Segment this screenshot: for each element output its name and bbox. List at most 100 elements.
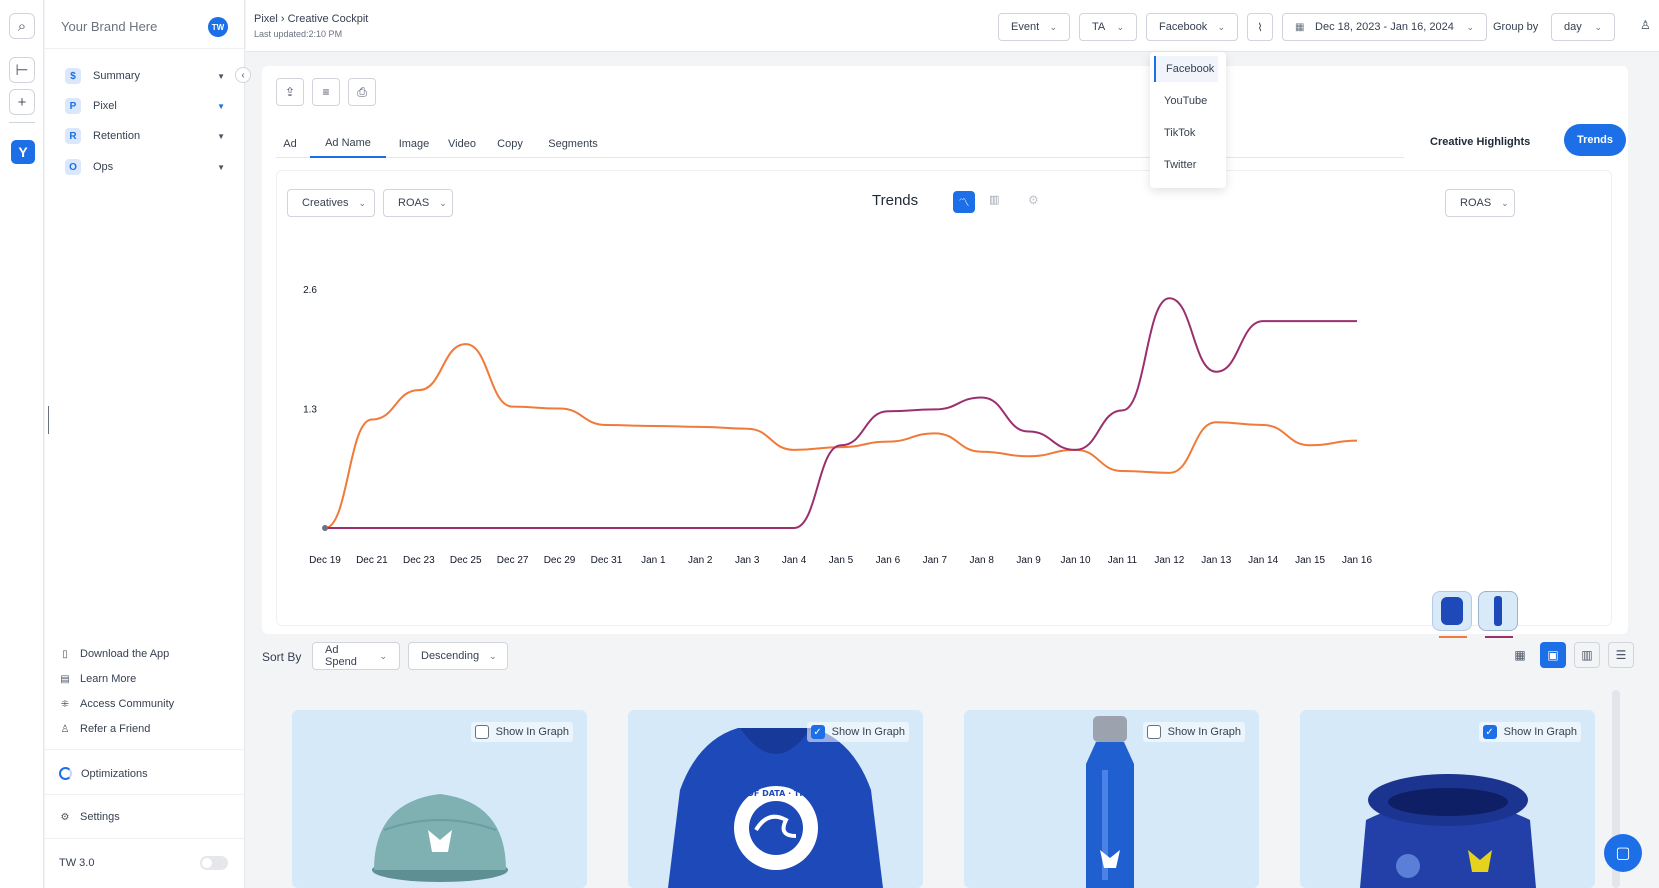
tab-copy[interactable]: Copy [490, 130, 530, 158]
sidebar: Your Brand Here TW $ Summary ▼ P Pixel ▼… [45, 0, 245, 888]
x-tick-label: Jan 8 [969, 555, 994, 566]
sidebar-item-label: Retention [93, 130, 141, 142]
settings-link[interactable]: ⚙ Settings [59, 811, 120, 823]
divider [45, 838, 245, 839]
rail-divider [9, 122, 35, 123]
date-range-label: Dec 18, 2023 - Jan 16, 2024 [1315, 21, 1454, 33]
tab-ad-name[interactable]: Ad Name [310, 130, 386, 158]
show-in-graph-toggle[interactable]: Show In Graph [1142, 722, 1245, 742]
share-icon[interactable]: ⇪ [276, 78, 304, 106]
creative-highlights-button[interactable]: Creative Highlights [1420, 128, 1540, 156]
series-line [325, 297, 1357, 529]
brand-name[interactable]: Your Brand Here [61, 19, 157, 34]
avatar[interactable]: TW [208, 17, 228, 37]
learn-more-link[interactable]: ▤ Learn More [59, 673, 136, 685]
pixel-icon: P [65, 98, 81, 114]
x-tick-label: Jan 2 [688, 555, 713, 566]
bottle-thumbnail[interactable] [1478, 591, 1518, 638]
platform-option-facebook[interactable]: Facebook [1154, 56, 1218, 82]
person-icon: ♙ [60, 723, 70, 735]
checkbox-icon [474, 725, 489, 739]
tab-image[interactable]: Image [394, 130, 434, 158]
group-by-value: day [1564, 21, 1582, 33]
optimizations-label: Optimizations [81, 767, 148, 780]
optimizations-link[interactable]: Optimizations [59, 767, 148, 780]
triple-whale-logo-icon[interactable]: Y [11, 140, 35, 164]
sidebar-item-retention[interactable]: R Retention ▼ [65, 124, 225, 148]
show-in-graph-toggle[interactable]: ✓ Show In Graph [1478, 722, 1581, 742]
last-updated: Last updated:2:10 PM [254, 29, 343, 39]
creative-card[interactable]: Show In Graph [964, 710, 1259, 888]
refer-friend-link[interactable]: ♙ Refer a Friend [59, 723, 151, 735]
gear-icon: ⚙ [60, 811, 70, 823]
chevron-down-icon: ▼ [217, 101, 225, 111]
x-tick-label: Jan 15 [1295, 555, 1325, 566]
download-app-label: Download the App [80, 648, 170, 660]
sidebar-item-summary[interactable]: $ Summary ▼ [65, 64, 225, 88]
show-in-graph-label: Show In Graph [1503, 726, 1577, 738]
series-line [324, 343, 1358, 529]
list-view-icon[interactable]: ☰ [1608, 642, 1634, 668]
x-tick-label: Jan 12 [1154, 555, 1184, 566]
y-tick-label: 1.3 [303, 405, 317, 416]
creative-card[interactable]: A VAST SEA OF DATA · TRIPLE WHALE ✓ Show … [628, 710, 923, 888]
platform-dropdown[interactable]: Facebook ⌄ [1146, 13, 1238, 41]
tab-video[interactable]: Video [442, 130, 482, 158]
download-app-link[interactable]: ▯ Download the App [59, 648, 169, 660]
show-in-graph-toggle[interactable]: Show In Graph [470, 722, 573, 742]
trend-toggle-icon[interactable]: ⌇ [1247, 13, 1273, 41]
slack-icon: ⁜ [60, 698, 70, 710]
date-range-picker[interactable]: ▦ Dec 18, 2023 - Jan 16, 2024 ⌄ [1282, 13, 1487, 41]
plus-icon[interactable]: + [9, 89, 35, 115]
progress-ring-icon [59, 767, 72, 780]
ta-dropdown[interactable]: TA ⌄ [1079, 13, 1137, 41]
x-tick-label: Jan 5 [829, 555, 854, 566]
breadcrumb[interactable]: Pixel › Creative Cockpit [254, 13, 368, 25]
grid-view-icon[interactable]: ▣ [1540, 642, 1566, 668]
user-icon[interactable]: ♙ [1640, 18, 1651, 32]
version-toggle[interactable] [200, 856, 228, 870]
tab-segments[interactable]: Segments [538, 130, 608, 158]
tab-ad[interactable]: Ad [276, 130, 304, 158]
columns-view-icon[interactable]: ▥ [1574, 642, 1600, 668]
ta-label: TA [1092, 21, 1106, 33]
table-view-icon[interactable]: ▦ [1507, 642, 1533, 668]
sort-order-dropdown[interactable]: Descending ⌄ [408, 642, 508, 670]
sidebar-item-ops[interactable]: O Ops ▼ [65, 155, 225, 179]
trends-button[interactable]: Trends [1564, 124, 1626, 156]
event-dropdown[interactable]: Event ⌄ [998, 13, 1070, 41]
creative-card[interactable]: ✓ Show In Graph [1300, 710, 1595, 888]
show-in-graph-toggle[interactable]: ✓ Show In Graph [806, 722, 909, 742]
platform-option-tiktok[interactable]: TikTok [1154, 120, 1218, 146]
origin-point [322, 525, 328, 531]
print-icon[interactable]: ⎙ [348, 78, 376, 106]
group-by-dropdown[interactable]: day ⌄ [1551, 13, 1615, 41]
checkbox-icon [1146, 725, 1161, 739]
chevron-down-icon: ⌄ [379, 650, 387, 661]
filter-icon[interactable]: ≡ [312, 78, 340, 106]
x-tick-label: Jan 7 [923, 555, 948, 566]
y-tick-label: 2.6 [303, 285, 317, 296]
platform-option-youtube[interactable]: YouTube [1154, 88, 1218, 114]
chevron-down-icon: ⌄ [1217, 21, 1225, 32]
x-tick-label: Dec 29 [544, 555, 576, 566]
hoodie-thumbnail[interactable] [1432, 591, 1472, 638]
platform-menu: Facebook YouTube TikTok Twitter [1150, 52, 1226, 188]
platform-label: Facebook [1159, 21, 1208, 33]
sidebar-item-pixel[interactable]: P Pixel ▼ [65, 94, 225, 118]
access-community-link[interactable]: ⁜ Access Community [59, 698, 174, 710]
sort-field-dropdown[interactable]: Ad Spend ⌄ [312, 642, 400, 670]
chat-icon[interactable]: ▢ [1604, 834, 1642, 872]
x-tick-label: Jan 13 [1201, 555, 1231, 566]
platform-option-twitter[interactable]: Twitter [1154, 152, 1218, 178]
divider [45, 48, 245, 49]
creative-card[interactable]: Show In Graph [292, 710, 587, 888]
tree-icon[interactable]: ⊢ [9, 57, 35, 83]
chevron-down-icon: ⌄ [1594, 21, 1602, 32]
x-tick-label: Jan 6 [876, 555, 901, 566]
x-tick-label: Dec 23 [403, 555, 435, 566]
search-icon[interactable]: ⌕ [9, 13, 35, 39]
collapse-sidebar-icon[interactable]: ‹ [235, 67, 251, 83]
x-tick-label: Dec 19 [309, 555, 341, 566]
trends-line-chart: 2.6 1.3 Dec 19 Dec 21 Dec 23 Dec 25 Dec 27 Dec … [303, 285, 1372, 566]
